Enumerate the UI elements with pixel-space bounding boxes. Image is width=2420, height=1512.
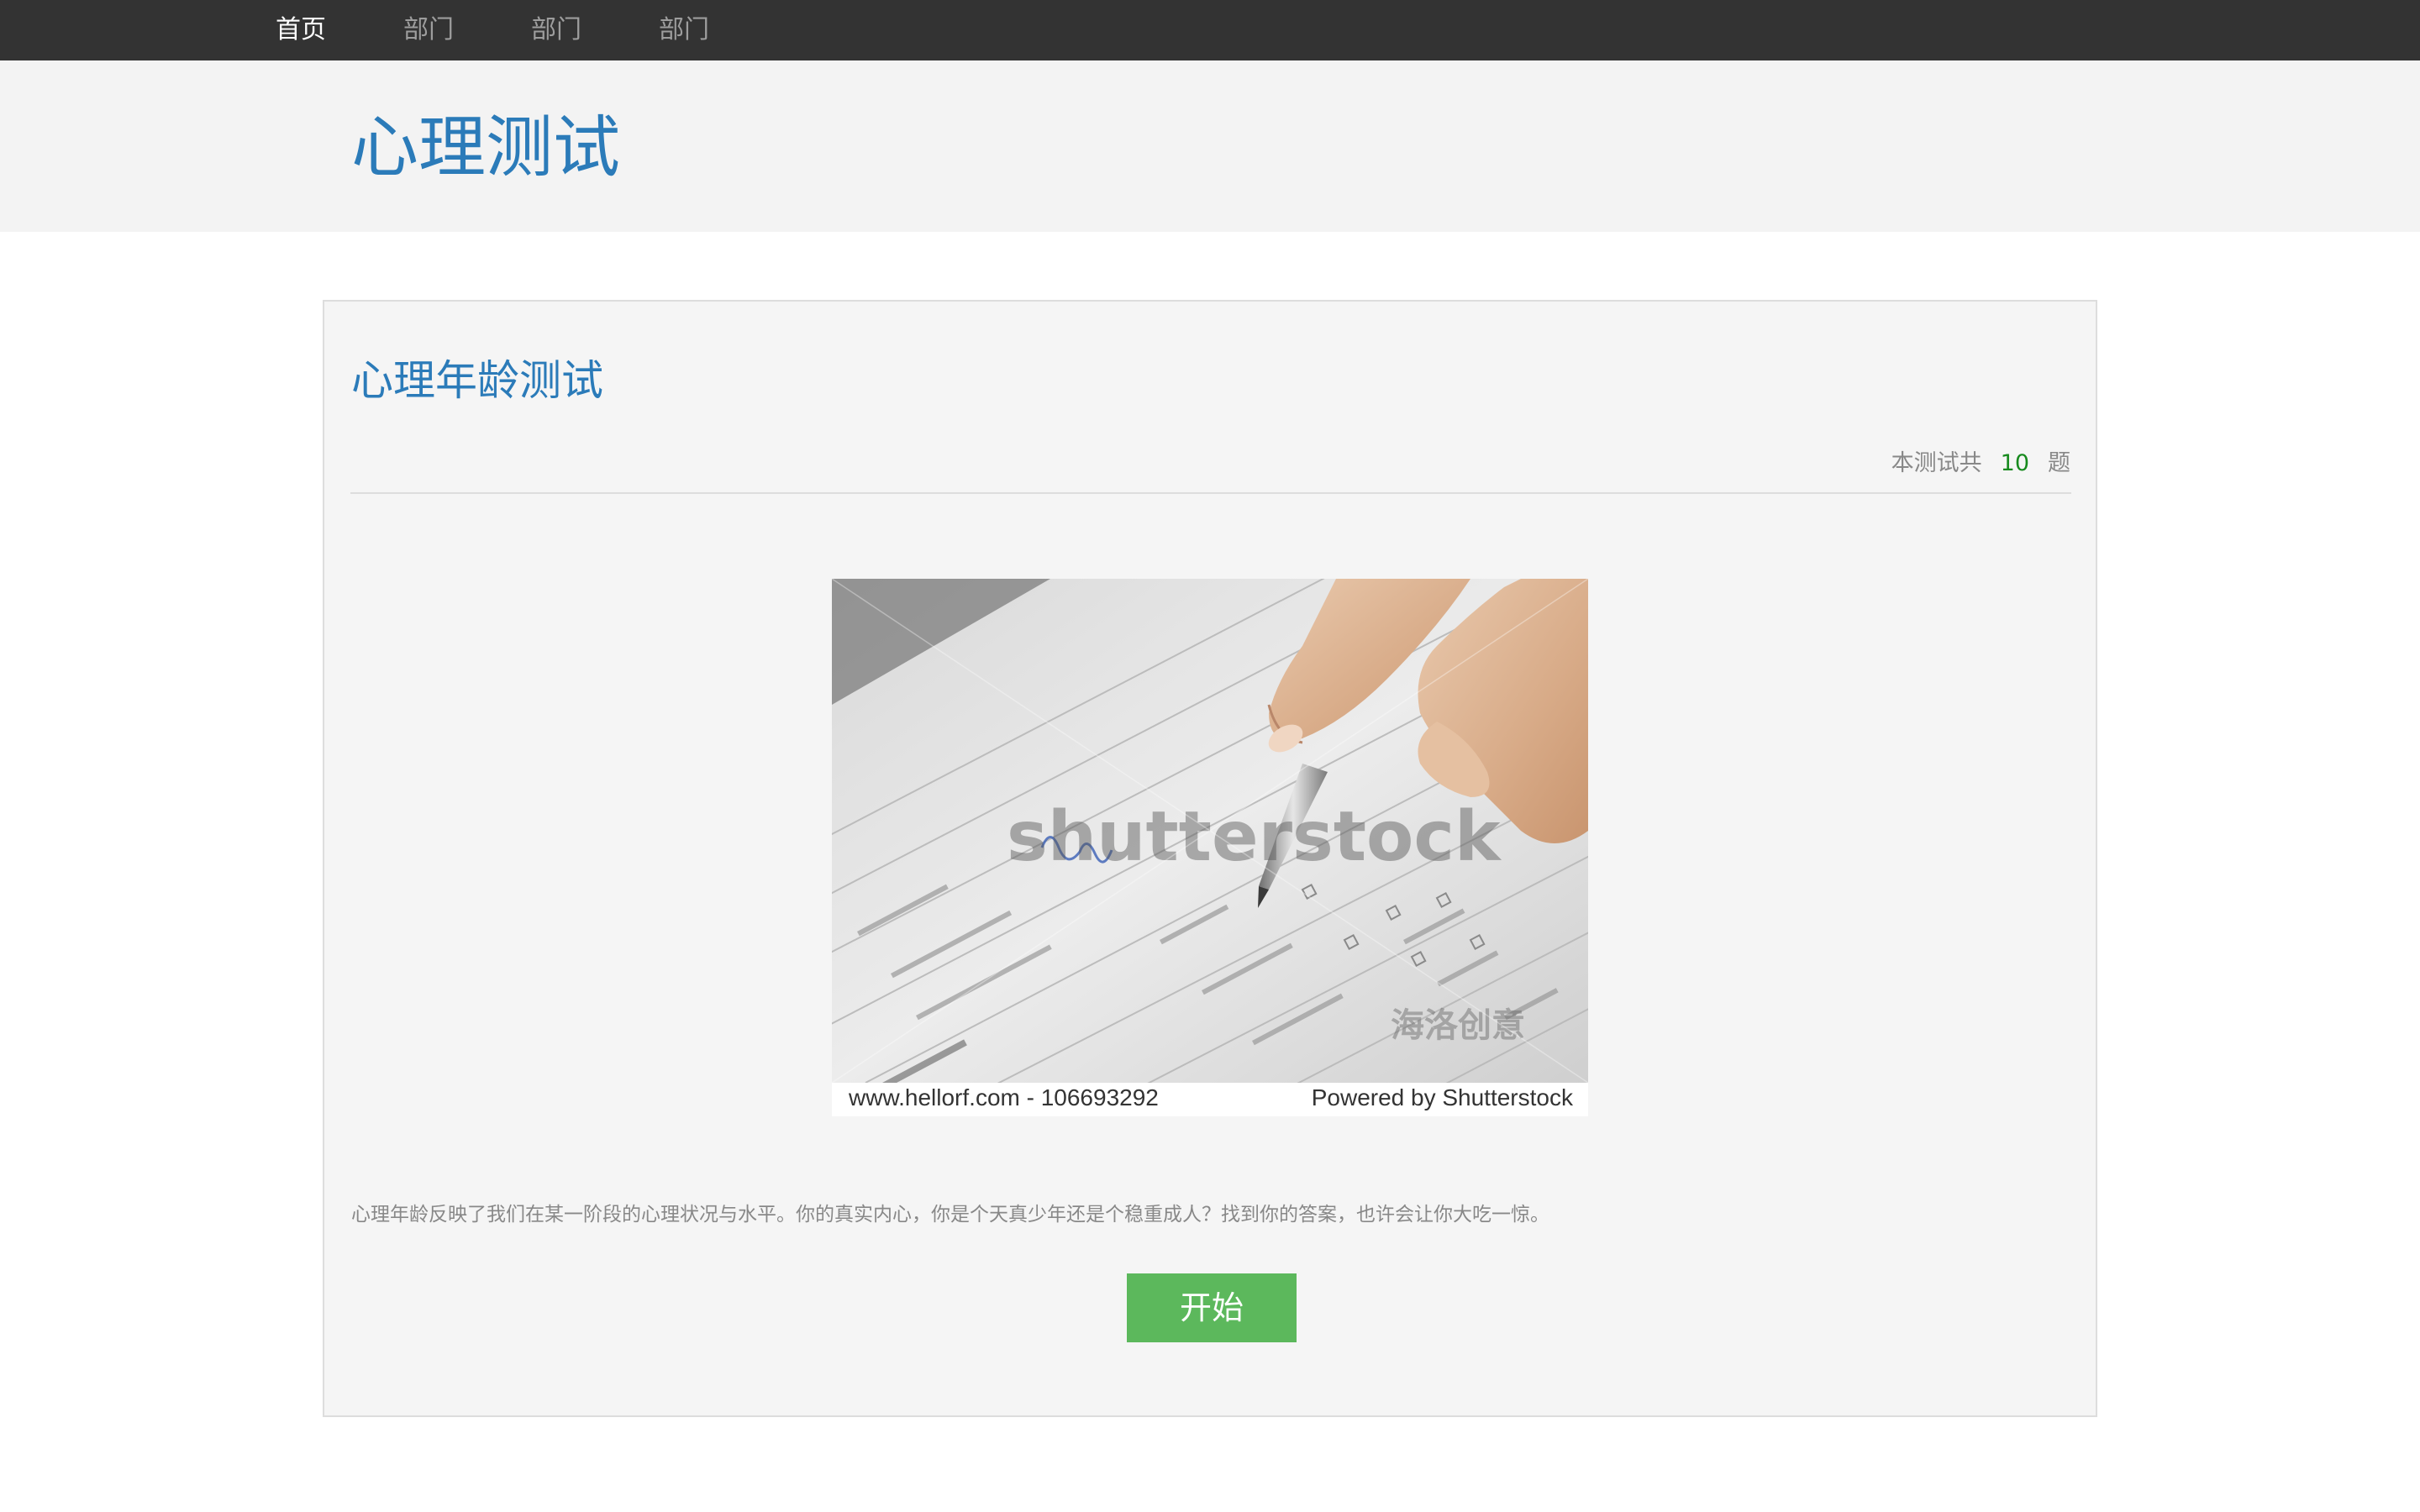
quiz-description: 心理年龄反映了我们在某一阶段的心理状况与水平。你的真实内心，你是个天真少年还是个… bbox=[351, 1204, 1549, 1226]
image-caption-powered: Powered by Shutterstock bbox=[1311, 1084, 1573, 1110]
nav-item-department-1[interactable]: 部门 bbox=[403, 0, 454, 60]
top-navbar: 首页 部门 部门 部门 bbox=[0, 0, 2420, 60]
quiz-card: 心理年龄测试 本测试共 10 题 shutterstock 海洛创意 www.h… bbox=[323, 300, 2097, 1417]
question-count-suffix: 题 bbox=[2048, 450, 2070, 476]
nav-item-department-3[interactable]: 部门 bbox=[659, 0, 709, 60]
question-count: 本测试共 10 题 bbox=[1891, 449, 2070, 479]
question-count-prefix: 本测试共 bbox=[1891, 450, 1982, 476]
nav-item-home[interactable]: 首页 bbox=[276, 0, 326, 60]
divider bbox=[350, 492, 2071, 494]
start-button[interactable]: 开始 bbox=[1127, 1273, 1297, 1342]
watermark-text: shutterstock bbox=[1007, 797, 1502, 877]
image-caption: www.hellorf.com - 106693292 Powered by S… bbox=[832, 1083, 1588, 1116]
quiz-title: 心理年龄测试 bbox=[351, 356, 603, 405]
form-writing-photo: shutterstock 海洛创意 bbox=[832, 579, 1588, 1083]
watermark-cn-text: 海洛创意 bbox=[1391, 1006, 1525, 1045]
site-title: 心理测试 bbox=[351, 108, 620, 186]
image-caption-source: www.hellorf.com - 106693292 bbox=[849, 1084, 1159, 1110]
nav-item-department-2[interactable]: 部门 bbox=[531, 0, 581, 60]
question-count-value: 10 bbox=[2000, 450, 2029, 476]
page-header: 心理测试 bbox=[0, 60, 2420, 232]
quiz-illustration: shutterstock 海洛创意 www.hellorf.com - 1066… bbox=[832, 579, 1588, 1116]
